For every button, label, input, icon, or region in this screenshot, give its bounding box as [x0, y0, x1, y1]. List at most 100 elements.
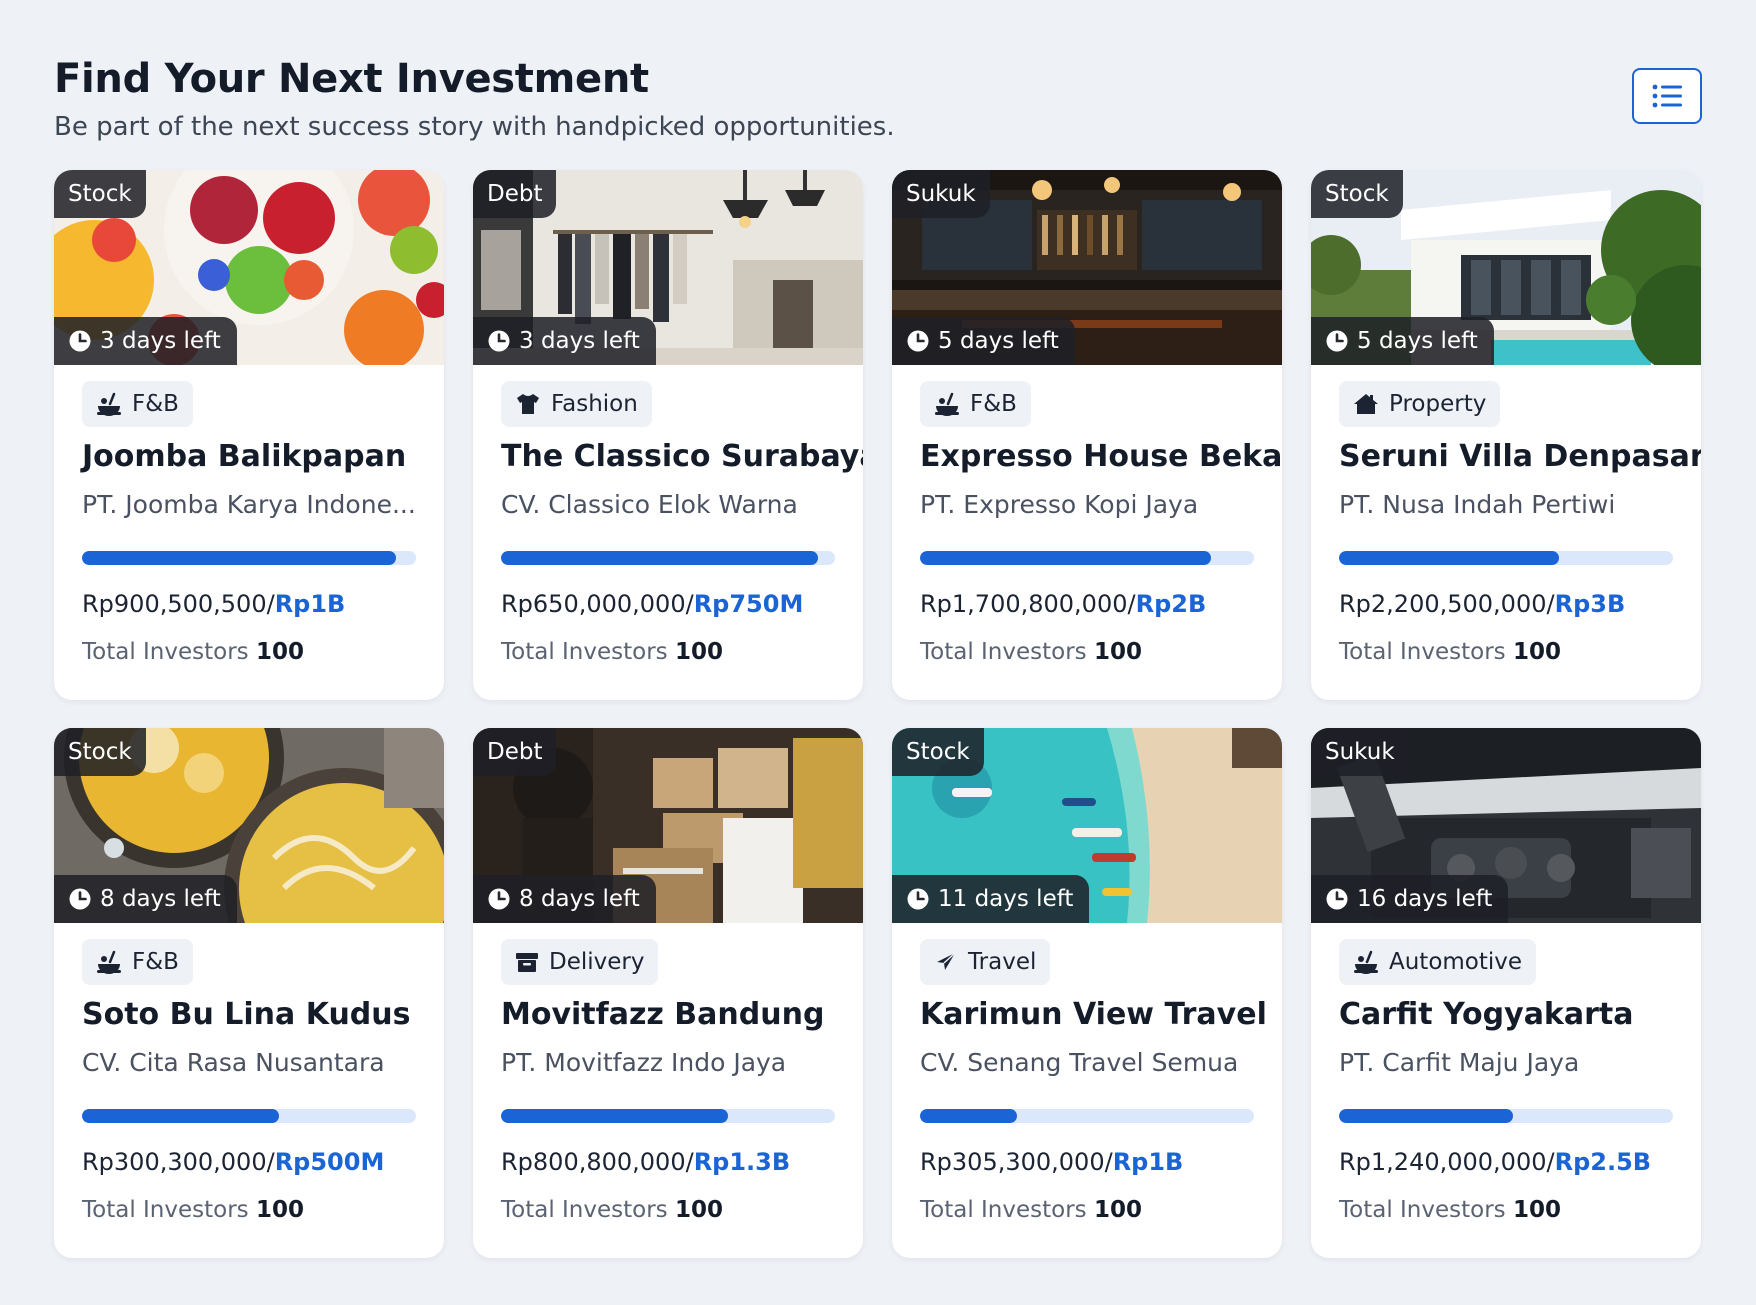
- investors-label: Total Investors: [82, 1197, 249, 1223]
- days-left-text: 3 days left: [100, 328, 221, 354]
- clock-icon: [1325, 887, 1349, 911]
- investors-count: 100: [674, 1197, 723, 1223]
- card-image: Stock 11 days left: [892, 728, 1282, 923]
- type-badge: Stock: [892, 728, 984, 776]
- target-amount: Rp2B: [1135, 590, 1207, 618]
- company-name: PT. Movitfazz Indo Jaya: [501, 1048, 787, 1077]
- investors-label: Total Investors: [920, 1197, 1087, 1223]
- food-icon: [96, 392, 122, 416]
- funding-progress-fill: [920, 1109, 1017, 1123]
- target-amount: Rp1B: [274, 590, 346, 618]
- category-label: Fashion: [551, 391, 638, 417]
- investors-label: Total Investors: [920, 639, 1087, 665]
- clock-icon: [906, 887, 930, 911]
- raised-amount: Rp1,700,800,000: [920, 590, 1128, 618]
- car-icon: [1353, 950, 1379, 974]
- investors-count: 100: [255, 639, 304, 665]
- card-body: F&B Soto Bu Lina Kudus CV. Cita Rasa Nus…: [54, 923, 444, 1225]
- type-badge: Debt: [473, 728, 557, 776]
- investors-label: Total Investors: [82, 639, 249, 665]
- card-body: Automotive Carfit Yogyakarta PT. Carfit …: [1311, 923, 1701, 1225]
- type-badge: Stock: [1311, 170, 1403, 218]
- funding-progress-bar: [501, 551, 835, 565]
- investment-card[interactable]: Stock 8 days left F&B Soto Bu Lina Kudus…: [54, 728, 444, 1258]
- funding-amount: Rp1,700,800,000/Rp2B: [920, 589, 1254, 619]
- category-label: Property: [1389, 391, 1487, 417]
- category-chip: Property: [1339, 381, 1501, 427]
- target-amount: Rp3B: [1554, 590, 1626, 618]
- funding-progress-fill: [920, 551, 1211, 565]
- funding-progress-fill: [1339, 1109, 1513, 1123]
- card-title[interactable]: Karimun View Travel: [920, 995, 1267, 1035]
- card-title[interactable]: Soto Bu Lina Kudus: [82, 995, 416, 1035]
- investors-label: Total Investors: [501, 639, 668, 665]
- card-title[interactable]: Expresso House Bekasi: [920, 437, 1282, 477]
- total-investors: Total Investors 100: [82, 1195, 416, 1225]
- card-title[interactable]: Carfit Yogyakarta: [1339, 995, 1673, 1035]
- amount-separator: /: [1546, 1148, 1555, 1176]
- type-badge: Sukuk: [1311, 728, 1409, 776]
- target-amount: Rp500M: [274, 1148, 385, 1176]
- company-name: PT. Carfit Maju Jaya: [1339, 1048, 1580, 1077]
- card-image: Debt 8 days left: [473, 728, 863, 923]
- investment-card[interactable]: Debt 3 days left Fashion The Classico Su…: [473, 170, 863, 700]
- card-image: Sukuk 5 days left: [892, 170, 1282, 365]
- raised-amount: Rp650,000,000: [501, 590, 686, 618]
- raised-amount: Rp900,500,500: [82, 590, 267, 618]
- days-left-badge: 11 days left: [892, 875, 1090, 923]
- investment-card[interactable]: Stock 3 days left F&B Joomba Balikpapan …: [54, 170, 444, 700]
- food-icon: [96, 950, 122, 974]
- category-chip: Fashion: [501, 381, 652, 427]
- amount-separator: /: [266, 1148, 275, 1176]
- days-left-badge: 16 days left: [1311, 875, 1509, 923]
- days-left-badge: 5 days left: [1311, 317, 1494, 365]
- investment-card[interactable]: Debt 8 days left Delivery Movitfazz Band…: [473, 728, 863, 1258]
- total-investors: Total Investors 100: [920, 1195, 1254, 1225]
- investment-grid: Stock 3 days left F&B Joomba Balikpapan …: [54, 170, 1701, 1258]
- total-investors: Total Investors 100: [501, 637, 835, 667]
- card-title[interactable]: Movitfazz Bandung: [501, 995, 835, 1035]
- amount-separator: /: [1546, 590, 1555, 618]
- funding-progress-fill: [501, 551, 819, 565]
- target-amount: Rp1B: [1112, 1148, 1184, 1176]
- days-left-text: 16 days left: [1357, 886, 1493, 912]
- total-investors: Total Investors 100: [920, 637, 1254, 667]
- company-name: CV. Classico Elok Warna: [501, 490, 798, 519]
- days-left-badge: 5 days left: [892, 317, 1075, 365]
- investment-card[interactable]: Stock 5 days left Property Seruni Villa …: [1311, 170, 1701, 700]
- category-label: Delivery: [549, 949, 645, 975]
- funding-progress-bar: [82, 551, 416, 565]
- category-label: Travel: [968, 949, 1037, 975]
- category-label: F&B: [970, 391, 1017, 417]
- investors-count: 100: [255, 1197, 304, 1223]
- total-investors: Total Investors 100: [1339, 637, 1673, 667]
- card-image: Stock 5 days left: [1311, 170, 1701, 365]
- investment-card[interactable]: Stock 11 days left Travel Karimun View T…: [892, 728, 1282, 1258]
- card-body: Fashion The Classico Surabaya CV. Classi…: [473, 365, 863, 667]
- card-image: Sukuk 16 days left: [1311, 728, 1701, 923]
- company-name: PT. Expresso Kopi Jaya: [920, 490, 1199, 519]
- raised-amount: Rp2,200,500,000: [1339, 590, 1547, 618]
- card-image: Debt 3 days left: [473, 170, 863, 365]
- amount-separator: /: [1127, 590, 1136, 618]
- card-title[interactable]: Seruni Villa Denpasar: [1339, 437, 1701, 477]
- days-left-text: 5 days left: [1357, 328, 1478, 354]
- total-investors: Total Investors 100: [1339, 1195, 1673, 1225]
- card-title[interactable]: Joomba Balikpapan: [82, 437, 416, 477]
- shirt-icon: [515, 392, 541, 416]
- days-left-badge: 8 days left: [473, 875, 656, 923]
- category-label: F&B: [132, 949, 179, 975]
- clock-icon: [1325, 329, 1349, 353]
- funding-progress-bar: [920, 1109, 1254, 1123]
- investment-card[interactable]: Sukuk 5 days left F&B Expresso House Bek…: [892, 170, 1282, 700]
- category-chip: F&B: [82, 381, 193, 427]
- page-title: Find Your Next Investment: [54, 56, 649, 102]
- view-toggle-button[interactable]: [1632, 68, 1702, 124]
- investment-card[interactable]: Sukuk 16 days left Automotive Carfit Yog…: [1311, 728, 1701, 1258]
- category-chip: Automotive: [1339, 939, 1537, 985]
- funding-amount: Rp305,300,000/Rp1B: [920, 1147, 1254, 1177]
- card-title[interactable]: The Classico Surabaya: [501, 437, 863, 477]
- food-icon: [934, 392, 960, 416]
- funding-progress-fill: [1339, 551, 1560, 565]
- company-name: PT. Joomba Karya Indone...: [82, 490, 416, 519]
